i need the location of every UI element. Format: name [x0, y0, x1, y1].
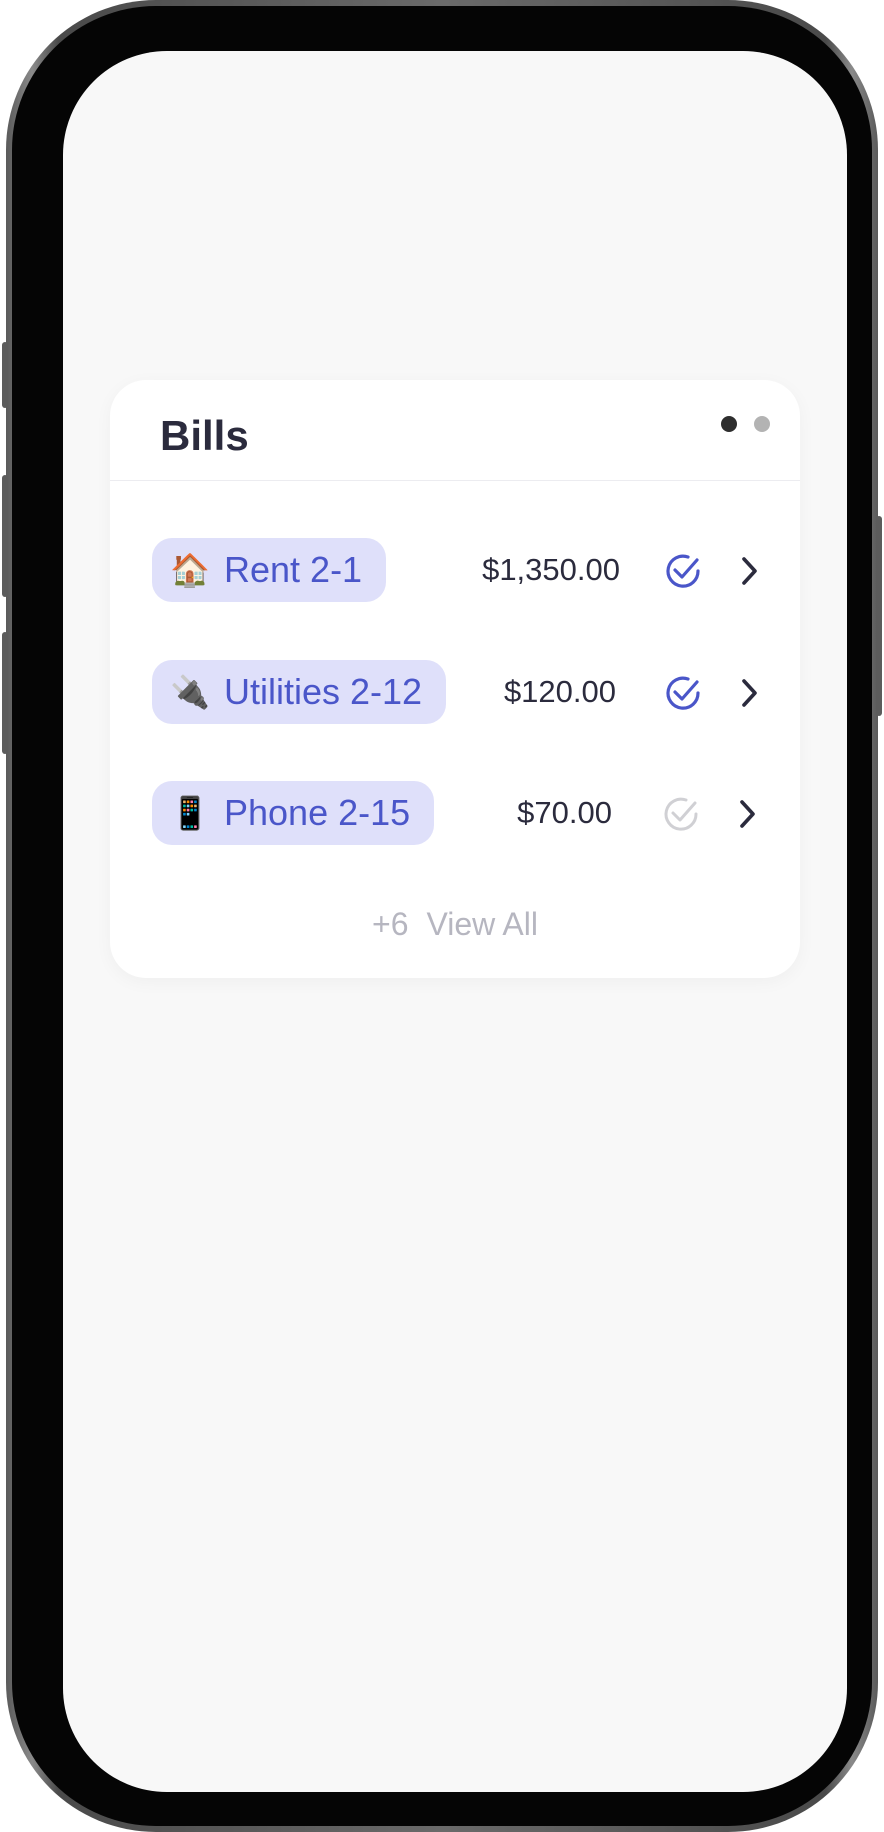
bills-card: Bills 🏠 Rent 2-1 $1,350.00 🔌 Utilities 2… — [110, 380, 800, 978]
bill-amount: $120.00 — [503, 674, 616, 709]
phone-icon: 📱 — [170, 795, 210, 831]
page-indicator — [721, 416, 770, 432]
bill-row[interactable]: 📱 Phone 2-15 $70.00 — [152, 781, 762, 845]
page-dot-inactive[interactable] — [754, 416, 770, 432]
bill-label: Utilities 2-12 — [224, 671, 423, 712]
chevron-right-icon[interactable] — [736, 554, 762, 588]
bill-amount: $70.00 — [517, 795, 612, 830]
view-all-count: +6 — [372, 906, 409, 942]
screen: Bills 🏠 Rent 2-1 $1,350.00 🔌 Utilities 2… — [63, 51, 847, 1792]
bill-row[interactable]: 🏠 Rent 2-1 $1,350.00 — [152, 538, 762, 602]
check-circle-icon[interactable] — [662, 672, 704, 714]
bill-chip[interactable]: 🏠 Rent 2-1 — [152, 538, 387, 602]
view-all-label: View All — [426, 906, 538, 942]
bill-label: Rent 2-1 — [224, 549, 363, 590]
power-button — [876, 516, 882, 716]
check-circle-icon[interactable] — [662, 550, 704, 592]
volume-down-button — [2, 632, 8, 754]
card-title: Bills — [160, 412, 249, 459]
page-dot-active[interactable] — [721, 416, 737, 432]
plug-icon: 🔌 — [170, 674, 210, 710]
bill-label: Phone 2-15 — [224, 792, 411, 833]
phone-frame: Bills 🏠 Rent 2-1 $1,350.00 🔌 Utilities 2… — [2, 0, 882, 1832]
bill-row[interactable]: 🔌 Utilities 2-12 $120.00 — [152, 660, 762, 724]
phone-bezel: Bills 🏠 Rent 2-1 $1,350.00 🔌 Utilities 2… — [12, 6, 872, 1826]
volume-up-button — [2, 475, 8, 597]
house-icon: 🏠 — [170, 552, 210, 588]
bill-chip[interactable]: 📱 Phone 2-15 — [152, 781, 435, 845]
bill-chip[interactable]: 🔌 Utilities 2-12 — [152, 660, 447, 724]
bill-amount: $1,350.00 — [482, 552, 620, 587]
card-header: Bills — [110, 380, 800, 481]
chevron-right-icon[interactable] — [734, 797, 760, 831]
mute-switch — [2, 342, 8, 408]
view-all-link[interactable]: +6 View All — [110, 906, 800, 943]
chevron-right-icon[interactable] — [736, 676, 762, 710]
check-circle-icon[interactable] — [660, 793, 702, 835]
